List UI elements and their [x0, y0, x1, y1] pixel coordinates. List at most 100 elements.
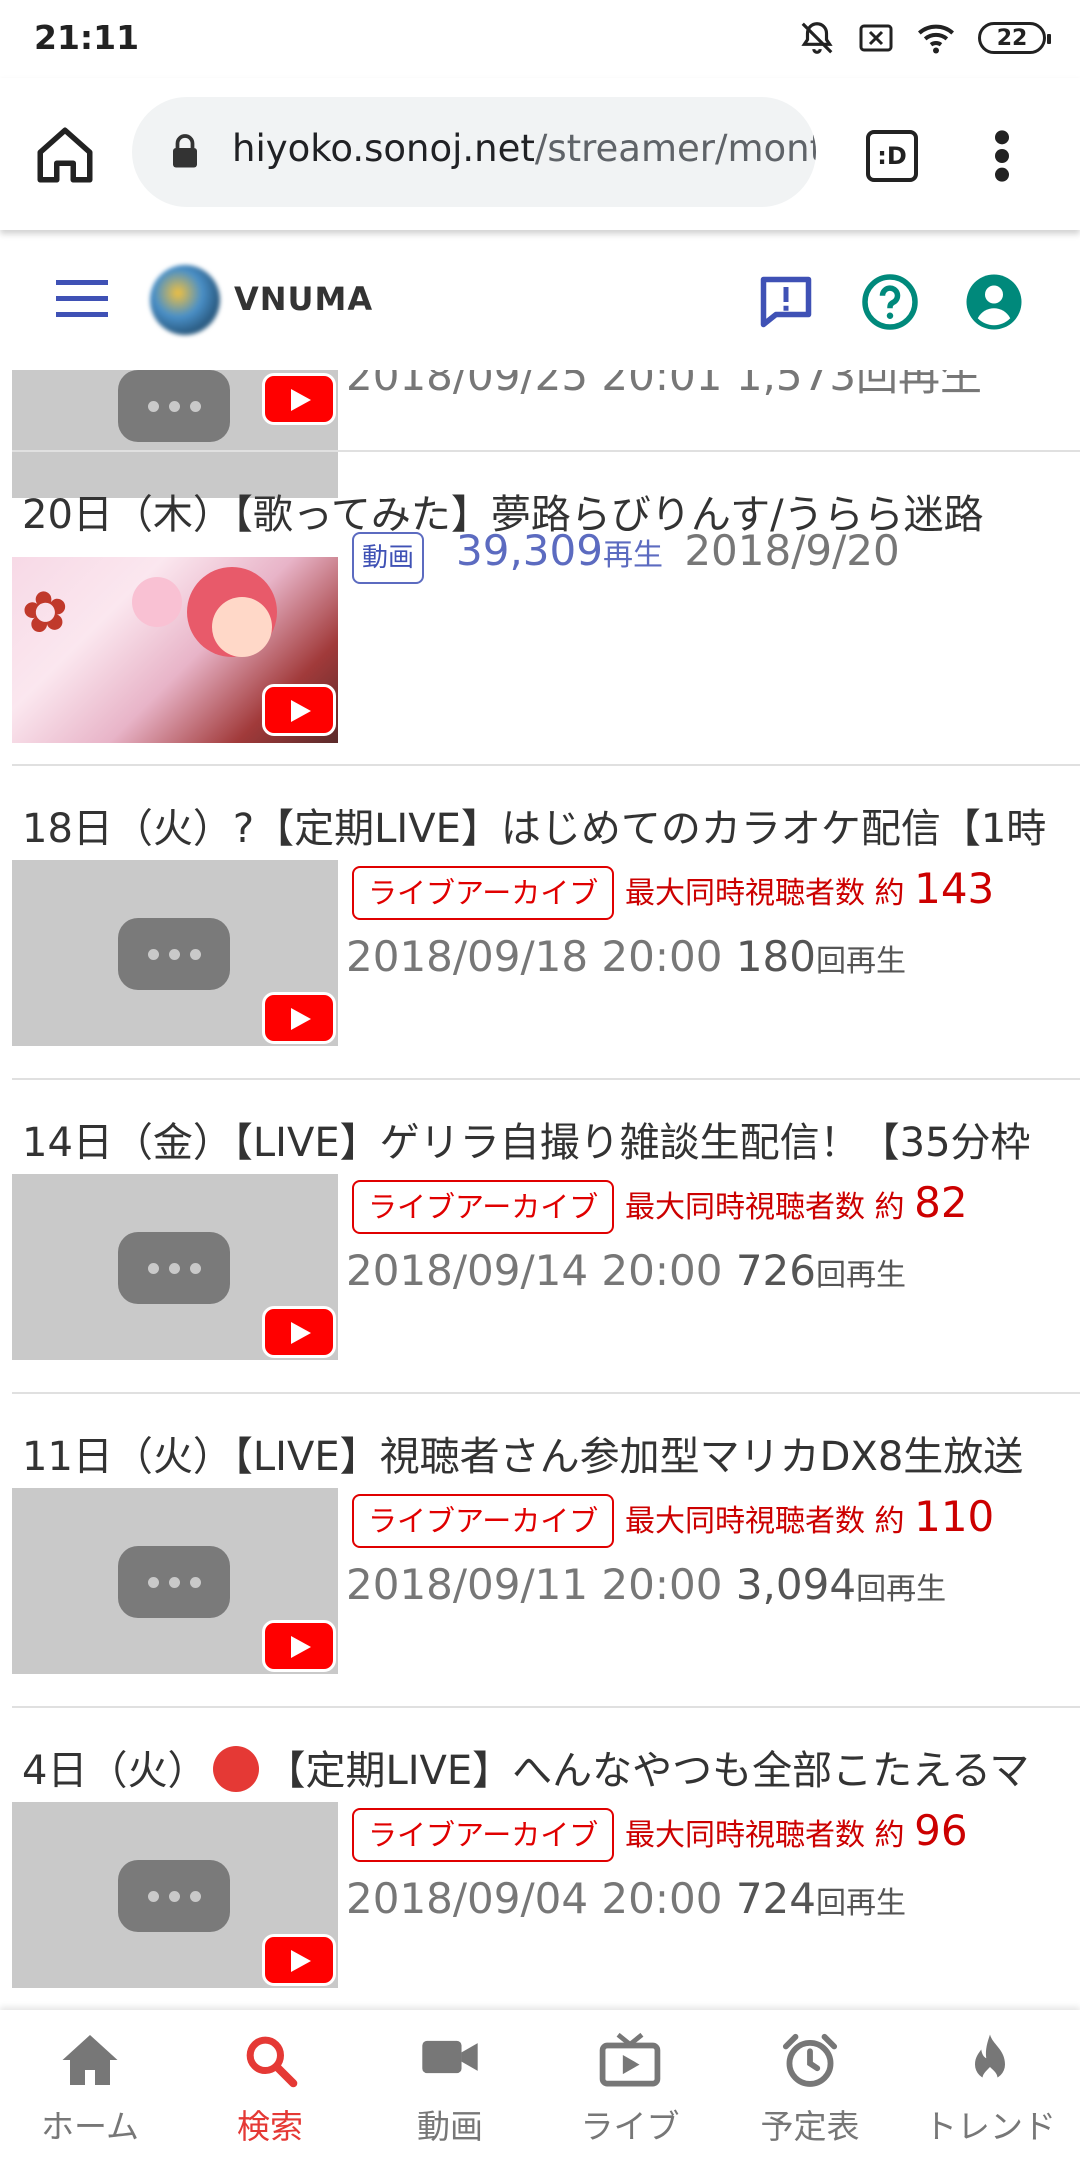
placeholder-icon — [118, 1232, 230, 1304]
live-archive-badge: ライブアーカイブ — [352, 1180, 615, 1234]
video-meta: 2018/09/04 20:00 724回再生 — [346, 1874, 906, 1923]
youtube-icon[interactable] — [262, 373, 336, 425]
url-domain: hiyoko.sonoj.net — [232, 127, 535, 170]
max-viewers: 最大同時視聴者数 約 143 — [625, 864, 994, 913]
youtube-icon[interactable] — [262, 1934, 336, 1986]
max-viewers-value: 143 — [914, 864, 995, 913]
browser-toolbar: hiyoko.sonoj.net/streamer/month :D — [0, 78, 1080, 230]
date-prefix: 4日（火） — [22, 1748, 208, 1794]
placeholder-icon — [118, 370, 230, 442]
reader-mode-button[interactable]: :D — [866, 130, 918, 182]
video-title[interactable]: 11日（火）【LIVE】視聴者さん参加型マリカDX8生放送 — [22, 1424, 1023, 1482]
video-camera-icon — [422, 2040, 478, 2074]
video-meta: 2018/09/18 20:00 180回再生 — [346, 932, 906, 981]
play-unit: 回再生 — [816, 1258, 906, 1293]
sim-off-icon — [859, 24, 893, 52]
site-header: VNUMA — [0, 230, 1080, 370]
video-meta: 2018/09/14 20:00 726回再生 — [346, 1246, 906, 1295]
max-viewers-value: 96 — [914, 1806, 968, 1855]
nav-label: ホーム — [40, 2107, 139, 2146]
youtube-icon[interactable] — [262, 684, 336, 736]
placeholder-icon — [118, 918, 230, 990]
status-bar: 21:11 22 — [0, 0, 1080, 78]
help-icon[interactable] — [860, 272, 920, 332]
site-brand[interactable]: VNUMA — [234, 280, 373, 318]
flame-icon — [975, 2034, 1005, 2086]
video-type-badge: 動画 — [352, 532, 425, 584]
youtube-icon[interactable] — [262, 1306, 336, 1358]
placeholder-icon — [118, 1546, 230, 1618]
play-count: 39,309 — [456, 526, 603, 575]
play-unit: 回再生 — [816, 1886, 906, 1921]
max-viewers-label: 最大同時視聴者数 約 — [625, 1504, 905, 1539]
max-viewers-label: 最大同時視聴者数 約 — [625, 1818, 905, 1853]
nav-label: 検索 — [237, 2107, 303, 2146]
nav-home[interactable]: ホーム — [0, 2010, 180, 2160]
nav-trend[interactable]: トレンド — [900, 2010, 1080, 2160]
alarm-clock-icon — [782, 2033, 838, 2087]
url-bar[interactable]: hiyoko.sonoj.net/streamer/month — [132, 97, 816, 207]
search-icon — [246, 2036, 298, 2088]
youtube-icon[interactable] — [262, 1620, 336, 1672]
video-title[interactable]: 14日（金）【LIVE】ゲリラ自撮り雑談生配信！【35分枠 — [22, 1110, 1031, 1168]
title-text: 【定期LIVE】へんなやつも全部こたえるマ — [265, 1748, 1030, 1794]
live-archive-badge: ライブアーカイブ — [352, 866, 615, 920]
max-viewers: 最大同時視聴者数 約 110 — [625, 1492, 994, 1541]
bell-off-icon — [801, 22, 833, 54]
video-title[interactable]: 4日（火） 【定期LIVE】へんなやつも全部こたえるマ — [22, 1738, 1029, 1796]
hamburger-menu-icon[interactable] — [56, 280, 108, 320]
account-icon[interactable] — [964, 272, 1024, 332]
placeholder-icon — [118, 1860, 230, 1932]
wifi-icon — [918, 24, 954, 54]
more-vert-icon[interactable] — [990, 128, 1014, 184]
max-viewers-value: 82 — [914, 1178, 968, 1227]
video-meta: 39,309再生 2018/9/20 — [456, 526, 900, 575]
nav-search[interactable]: 検索 — [180, 2010, 360, 2160]
status-time: 21:11 — [34, 18, 140, 57]
live-dot-icon — [213, 1746, 260, 1792]
thumbnail-art: ✿ — [17, 577, 74, 648]
nav-label: 動画 — [417, 2107, 483, 2146]
video-meta: 2018/09/25 20:01 1,573回再生 — [346, 370, 983, 400]
divider — [12, 1392, 1080, 1394]
play-count: 180 — [735, 932, 816, 981]
video-list: 2018/09/25 20:01 1,573回再生 20日（木）【歌ってみた】夢… — [0, 370, 1080, 2010]
lock-icon — [173, 134, 197, 168]
live-tv-icon — [599, 2032, 661, 2087]
video-title[interactable]: 18日（火）?【定期LIVE】はじめてのカラオケ配信【1時 — [22, 796, 1046, 854]
play-count: 726 — [735, 1246, 816, 1295]
play-count: 724 — [735, 1874, 816, 1923]
nav-live[interactable]: ライブ — [540, 2010, 720, 2160]
divider — [12, 450, 1080, 452]
live-archive-badge: ライブアーカイブ — [352, 1808, 615, 1862]
play-count: 3,094 — [735, 1560, 857, 1609]
divider — [12, 1078, 1080, 1080]
max-viewers: 最大同時視聴者数 約 82 — [625, 1178, 968, 1227]
divider — [12, 1706, 1080, 1708]
max-viewers-label: 最大同時視聴者数 約 — [625, 876, 905, 911]
bottom-navigation: ホーム 検索 動画 ライブ 予定表 トレンド — [0, 2010, 1080, 2160]
site-logo[interactable] — [150, 265, 220, 335]
stream-datetime: 2018/09/04 20:00 — [346, 1874, 723, 1923]
nav-label: ライブ — [580, 2107, 680, 2146]
play-unit: 再生 — [602, 538, 663, 573]
stream-datetime: 2018/09/18 20:00 — [346, 932, 723, 981]
live-archive-badge: ライブアーカイブ — [352, 1494, 615, 1548]
feedback-icon[interactable] — [756, 272, 816, 332]
battery-icon: 22 — [978, 22, 1051, 54]
play-unit: 回再生 — [816, 944, 906, 979]
stream-datetime: 2018/09/11 20:00 — [346, 1560, 723, 1609]
nav-schedule[interactable]: 予定表 — [720, 2010, 900, 2160]
stream-datetime: 2018/09/14 20:00 — [346, 1246, 723, 1295]
play-unit: 回再生 — [856, 1572, 947, 1607]
url-path: /streamer/month — [534, 127, 816, 170]
url-text: hiyoko.sonoj.net/streamer/month — [232, 127, 816, 170]
home-icon — [62, 2035, 118, 2085]
home-icon[interactable] — [32, 122, 98, 188]
nav-videos[interactable]: 動画 — [360, 2010, 540, 2160]
max-viewers: 最大同時視聴者数 約 96 — [625, 1806, 968, 1855]
youtube-icon[interactable] — [262, 992, 336, 1044]
video-meta: 2018/09/11 20:00 3,094回再生 — [346, 1560, 946, 1609]
max-viewers-label: 最大同時視聴者数 約 — [625, 1190, 905, 1225]
max-viewers-value: 110 — [914, 1492, 995, 1541]
